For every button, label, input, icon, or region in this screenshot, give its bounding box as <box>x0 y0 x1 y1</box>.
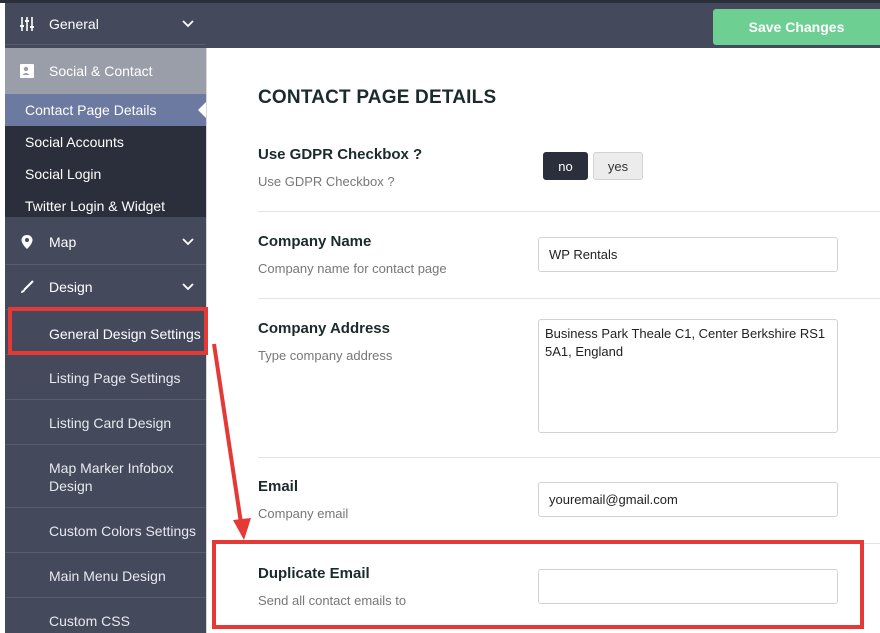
sidebar-subitem-social-login[interactable]: Social Login <box>5 158 206 190</box>
company-address-label: Company Address <box>258 320 390 337</box>
sidebar-item-label: Map <box>49 234 77 250</box>
sidebar-item-label: Design <box>49 279 93 295</box>
sidebar-subitem-listing-card[interactable]: Listing Card Design <box>5 400 206 445</box>
social-contact-submenu: Contact Page Details Social Accounts Soc… <box>5 94 206 217</box>
annotation-highlight-general-design <box>8 307 208 355</box>
map-pin-icon <box>18 233 36 251</box>
chevron-down-icon <box>181 17 195 31</box>
sidebar-subitem-label: Social Accounts <box>25 134 124 150</box>
sidebar-subitem-main-menu[interactable]: Main Menu Design <box>5 553 206 598</box>
gdpr-description: Use GDPR Checkbox ? <box>258 174 395 189</box>
sidebar-subitem-label: Listing Page Settings <box>49 370 181 386</box>
divider <box>258 457 880 458</box>
company-name-label: Company Name <box>258 233 372 250</box>
sidebar-subitem-map-marker[interactable]: Map Marker Infobox Design <box>5 445 206 508</box>
annotation-highlight-duplicate-email <box>212 540 864 629</box>
sidebar-subitem-label: Twitter Login & Widget <box>25 198 166 214</box>
email-label: Email <box>258 478 299 495</box>
sliders-icon <box>18 15 36 33</box>
brush-icon <box>18 278 36 296</box>
sidebar-item-design[interactable]: Design <box>5 265 206 310</box>
sidebar-subitem-label: Custom Colors Settings <box>49 523 197 539</box>
gdpr-yes-toggle[interactable]: yes <box>593 152 643 180</box>
sidebar-subitem-listing-page[interactable]: Listing Page Settings <box>5 355 206 400</box>
sidebar-item-general[interactable]: General <box>5 3 206 45</box>
sidebar-subitem-contact-page-details[interactable]: Contact Page Details <box>5 94 206 126</box>
sidebar-subitem-label: Custom CSS <box>49 613 130 629</box>
sidebar-subitem-label: Map Marker Infobox Design <box>49 460 174 494</box>
company-address-textarea[interactable]: Business Park Theale C1, Center Berkshir… <box>538 319 838 433</box>
divider <box>258 211 880 212</box>
divider <box>258 298 880 299</box>
company-name-input[interactable] <box>538 237 838 272</box>
gdpr-no-toggle[interactable]: no <box>543 152 588 180</box>
sidebar-subitem-twitter-login[interactable]: Twitter Login & Widget <box>5 190 206 217</box>
page-title: CONTACT PAGE DETAILS <box>258 87 497 108</box>
company-name-description: Company name for contact page <box>258 261 447 276</box>
sidebar-subitem-social-accounts[interactable]: Social Accounts <box>5 126 206 158</box>
email-description: Company email <box>258 506 349 521</box>
sidebar-subitem-label: Main Menu Design <box>49 568 166 584</box>
email-input[interactable] <box>538 482 838 517</box>
sidebar-item-label: Social & Contact <box>49 63 153 79</box>
sidebar-item-map[interactable]: Map <box>5 220 206 265</box>
chevron-down-icon <box>181 280 195 294</box>
sidebar-item-label: General <box>49 15 99 32</box>
sidebar-subitem-label: Social Login <box>25 166 102 182</box>
sidebar-subitem-label: Listing Card Design <box>49 415 172 431</box>
sidebar-subitem-custom-colors[interactable]: Custom Colors Settings <box>5 508 206 553</box>
contact-card-icon <box>18 62 36 80</box>
gdpr-label: Use GDPR Checkbox ? <box>258 146 423 163</box>
sidebar-subitem-custom-css[interactable]: Custom CSS <box>5 598 206 633</box>
company-address-description: Type company address <box>258 348 393 363</box>
sidebar-item-social-contact[interactable]: Social & Contact <box>5 48 206 94</box>
active-pointer-icon <box>198 102 206 118</box>
sidebar-subitem-label: Contact Page Details <box>25 102 157 118</box>
save-changes-button[interactable]: Save Changes <box>713 9 880 45</box>
chevron-down-icon <box>181 235 195 249</box>
